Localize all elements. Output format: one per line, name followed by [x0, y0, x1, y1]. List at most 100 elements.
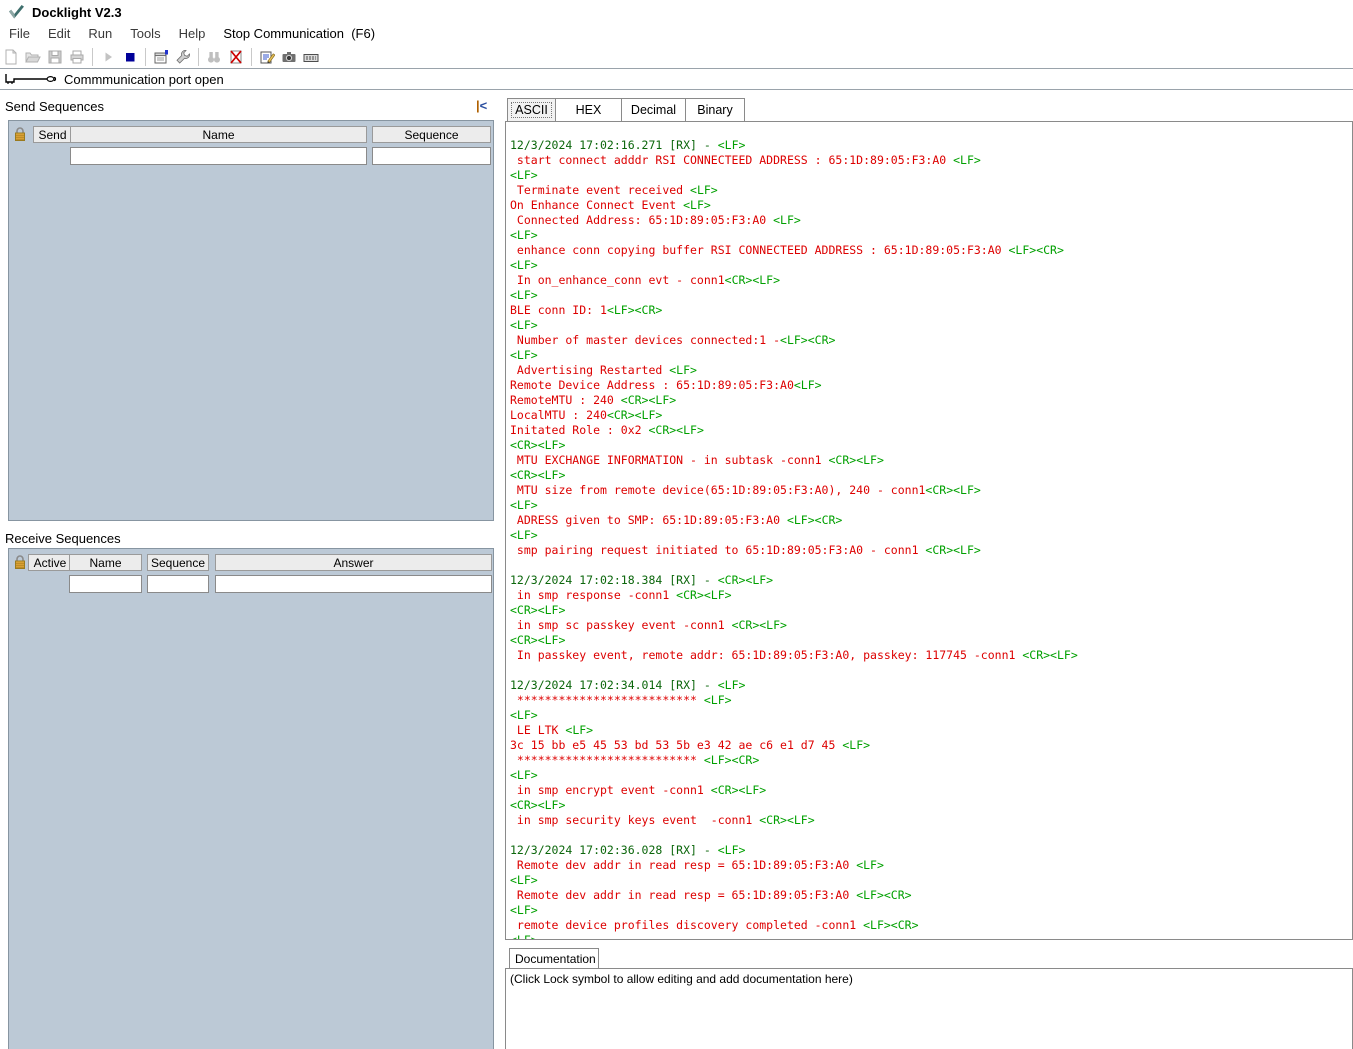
documentation-area[interactable]: (Click Lock symbol to allow editing and … — [505, 968, 1353, 1049]
log-line: in smp encrypt event -conn1 <CR><LF> — [510, 783, 1352, 798]
log-line: Remote Device Address : 65:1D:89:05:F3:A… — [510, 378, 1352, 393]
toolbar-separator — [145, 48, 146, 66]
log-line: LocalMTU : 240<CR><LF> — [510, 408, 1352, 423]
send-lock-icon[interactable] — [13, 126, 29, 142]
menu-item-help[interactable]: Help — [170, 26, 215, 41]
log-line: MTU size from remote device(65:1D:89:05:… — [510, 483, 1352, 498]
send-name-input[interactable] — [70, 147, 367, 165]
menu-item-run[interactable]: Run — [79, 26, 121, 41]
receive-answer-header: Answer — [215, 554, 492, 571]
receive-sequence-header: Sequence — [147, 554, 209, 571]
log-line: 12/3/2024 17:02:16.271 [RX] - <LF> — [510, 138, 1352, 153]
keyboard-console-icon[interactable] — [300, 47, 322, 67]
tab-documentation[interactable]: Documentation — [509, 948, 599, 968]
menu-item-stop-communication-f6[interactable]: Stop Communication (F6) — [214, 26, 384, 41]
log-line: <LF> — [510, 348, 1352, 363]
log-line: in smp sc passkey event -conn1 <CR><LF> — [510, 618, 1352, 633]
docklight-logo-icon — [8, 4, 25, 21]
tab-ascii[interactable]: ASCII — [508, 99, 556, 121]
tab-binary[interactable]: Binary — [686, 99, 744, 121]
log-line: in smp security keys event -conn1 <CR><L… — [510, 813, 1352, 828]
log-line: remote device profiles discovery complet… — [510, 918, 1352, 933]
menu-bar: FileEditRunToolsHelpStop Communication (… — [0, 23, 1353, 44]
communication-log[interactable]: 12/3/2024 17:02:16.271 [RX] - <LF> start… — [505, 121, 1353, 940]
receive-sequence-input[interactable] — [147, 575, 209, 593]
stop-communication-icon[interactable] — [119, 47, 141, 67]
log-line: <LF> — [510, 933, 1352, 940]
log-line: in smp response -conn1 <CR><LF> — [510, 588, 1352, 603]
toolbar — [0, 45, 1353, 68]
log-line: ************************** <LF><CR> — [510, 753, 1352, 768]
tab-decimal[interactable]: Decimal — [622, 99, 686, 121]
window-title: Docklight V2.3 — [32, 5, 122, 20]
log-line: ************************** <LF> — [510, 693, 1352, 708]
status-bar: Commmunication port open — [0, 68, 1353, 90]
log-line: <LF> — [510, 258, 1352, 273]
print-icon[interactable] — [66, 47, 88, 67]
log-line: BLE conn ID: 1<LF><CR> — [510, 303, 1352, 318]
new-document-icon[interactable] — [0, 47, 22, 67]
start-communication-icon[interactable] — [97, 47, 119, 67]
log-line: 12/3/2024 17:02:36.028 [RX] - <LF> — [510, 843, 1352, 858]
receive-name-input[interactable] — [69, 575, 142, 593]
receive-lock-icon[interactable] — [13, 554, 29, 570]
send-sequence-header: Sequence — [372, 126, 491, 143]
project-settings-icon[interactable] — [150, 47, 172, 67]
log-line: Advertising Restarted <LF> — [510, 363, 1352, 378]
log-line: <LF> — [510, 708, 1352, 723]
log-line: <LF> — [510, 318, 1352, 333]
log-line: In on_enhance_conn evt - conn1<CR><LF> — [510, 273, 1352, 288]
open-project-icon[interactable] — [22, 47, 44, 67]
send-column-header: Send — [33, 126, 72, 143]
log-view-tabs: ASCIIHEXDecimalBinary — [507, 98, 745, 121]
snapshot-camera-icon[interactable] — [278, 47, 300, 67]
log-line: ADRESS given to SMP: 65:1D:89:05:F3:A0 <… — [510, 513, 1352, 528]
log-line: Initated Role : 0x2 <CR><LF> — [510, 423, 1352, 438]
log-line — [510, 558, 1352, 573]
log-line: 12/3/2024 17:02:18.384 [RX] - <CR><LF> — [510, 573, 1352, 588]
log-line — [510, 663, 1352, 678]
clear-log-icon[interactable] — [225, 47, 247, 67]
receive-sequences-panel: Active Name Sequence Answer — [8, 548, 494, 1049]
collapse-send-panel-button[interactable]: |< — [476, 98, 487, 113]
log-line: 12/3/2024 17:02:34.014 [RX] - <LF> — [510, 678, 1352, 693]
log-line: <LF> — [510, 228, 1352, 243]
log-line: <CR><LF> — [510, 603, 1352, 618]
save-project-icon[interactable] — [44, 47, 66, 67]
tab-hex[interactable]: HEX — [556, 99, 622, 121]
options-wrench-icon[interactable] — [172, 47, 194, 67]
log-line: LE LTK <LF> — [510, 723, 1352, 738]
log-line: Remote dev addr in read resp = 65:1D:89:… — [510, 858, 1352, 873]
edit-notes-icon[interactable] — [256, 47, 278, 67]
log-line: <LF> — [510, 873, 1352, 888]
receive-name-header: Name — [69, 554, 142, 571]
log-line: Remote dev addr in read resp = 65:1D:89:… — [510, 888, 1352, 903]
log-line: RemoteMTU : 240 <CR><LF> — [510, 393, 1352, 408]
log-line: enhance conn copying buffer RSI CONNECTE… — [510, 243, 1352, 258]
send-sequences-title: Send Sequences — [5, 99, 104, 114]
send-sequences-panel: Send Name Sequence — [8, 120, 494, 521]
log-line: <CR><LF> — [510, 633, 1352, 648]
send-sequence-input[interactable] — [372, 147, 491, 165]
log-line: start connect adddr RSI CONNECTEED ADDRE… — [510, 153, 1352, 168]
log-line: <LF> — [510, 498, 1352, 513]
log-line: <LF> — [510, 288, 1352, 303]
status-text: Commmunication port open — [64, 72, 224, 87]
find-binoculars-icon[interactable] — [203, 47, 225, 67]
log-line: In passkey event, remote addr: 65:1D:89:… — [510, 648, 1352, 663]
log-line: smp pairing request initiated to 65:1D:8… — [510, 543, 1352, 558]
log-line: <LF> — [510, 768, 1352, 783]
log-line: <LF> — [510, 168, 1352, 183]
log-line: Terminate event received <LF> — [510, 183, 1352, 198]
receive-answer-input[interactable] — [215, 575, 492, 593]
menu-item-file[interactable]: File — [0, 26, 39, 41]
log-line: <CR><LF> — [510, 798, 1352, 813]
log-line: 3c 15 bb e5 45 53 bd 53 5b e3 42 ae c6 e… — [510, 738, 1352, 753]
menu-item-edit[interactable]: Edit — [39, 26, 79, 41]
toolbar-separator — [198, 48, 199, 66]
receive-sequences-title: Receive Sequences — [5, 531, 121, 546]
toolbar-separator — [92, 48, 93, 66]
menu-item-tools[interactable]: Tools — [121, 26, 169, 41]
title-bar: Docklight V2.3 — [0, 0, 1353, 24]
log-line: Number of master devices connected:1 -<L… — [510, 333, 1352, 348]
